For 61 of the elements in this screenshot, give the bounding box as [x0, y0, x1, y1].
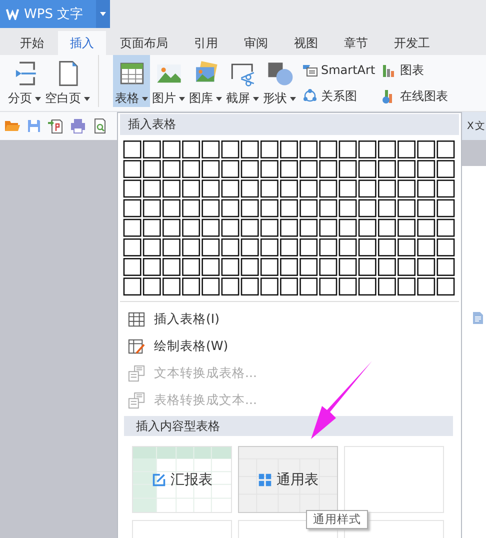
menu-section-header: 插入内容型表格	[124, 416, 453, 436]
ribbon-tab[interactable]: 审阅	[232, 31, 280, 55]
blank-page-icon	[58, 61, 78, 86]
print-preview-icon	[92, 118, 108, 134]
shapes-icon	[268, 62, 292, 86]
ribbon-tab[interactable]: 引用	[182, 31, 230, 55]
ribbon-tab[interactable]: 开发工	[382, 31, 442, 55]
open-folder-icon	[4, 118, 20, 134]
ribbon-tab[interactable]: 章节	[332, 31, 380, 55]
caret-icon	[253, 96, 259, 100]
pencil-table-icon	[128, 338, 145, 355]
ribbon-button[interactable]: 空白页	[43, 55, 99, 107]
document-tab[interactable]: X 文	[466, 119, 485, 133]
menu-item[interactable]: 插入表格(I)	[120, 306, 459, 333]
caret-icon	[100, 12, 106, 16]
table-template[interactable]	[344, 446, 444, 513]
table-template[interactable]: 汇报表	[132, 446, 232, 513]
table-template[interactable]: 通用表	[238, 446, 338, 513]
smartart-icon	[302, 62, 318, 78]
template-label: 通用表	[276, 470, 318, 488]
ribbon-button[interactable]: 图片	[150, 55, 187, 107]
scissors-icon	[230, 64, 254, 86]
ribbon-button[interactable]: 分页	[6, 55, 43, 107]
print-icon	[70, 118, 86, 134]
ribbon-button[interactable]: 图表	[381, 59, 448, 81]
caret-icon	[216, 96, 222, 100]
caret-icon	[142, 96, 148, 100]
ribbon-tab[interactable]: 视图	[282, 31, 330, 55]
grid-icon	[258, 472, 272, 486]
caret-icon	[35, 96, 41, 100]
tooltip: 通用样式	[306, 510, 368, 529]
ribbon-button[interactable]: 在线图表	[381, 85, 448, 107]
ribbon-button[interactable]: SmartArt	[302, 59, 376, 81]
template-label: 汇报表	[170, 470, 212, 488]
app-dropdown-button[interactable]	[96, 0, 110, 28]
ribbon-button[interactable]: 截屏	[224, 55, 261, 107]
export-pdf-icon	[48, 118, 64, 134]
image-icon	[156, 64, 180, 83]
convert-icon	[128, 392, 145, 409]
caret-icon	[179, 96, 185, 100]
app-logo-icon	[6, 8, 19, 20]
ribbon-button[interactable]: 关系图	[302, 85, 376, 107]
cycle-diagram-icon	[302, 88, 318, 104]
table-icon	[120, 62, 144, 84]
ribbon-tab[interactable]: 开始	[8, 31, 56, 55]
page-break-icon	[15, 62, 36, 86]
save-icon	[26, 118, 42, 134]
table-icon	[128, 311, 145, 328]
caret-icon	[84, 96, 90, 100]
ribbon-tab[interactable]: 插入	[58, 31, 106, 55]
table-size-grid[interactable]	[123, 140, 456, 297]
ribbon-button[interactable]: 表格	[113, 55, 150, 107]
edit-icon	[152, 472, 166, 486]
caret-icon	[290, 96, 296, 100]
menu-item[interactable]: 绘制表格(W)	[120, 333, 459, 360]
menu-section-header: 插入表格	[120, 114, 459, 135]
ribbon-button[interactable]: 形状	[261, 55, 298, 107]
ribbon-button[interactable]: 图库	[187, 55, 224, 107]
photos-icon	[196, 61, 217, 82]
convert-icon	[128, 365, 145, 382]
ribbon-tab[interactable]: 页面布局	[108, 31, 180, 55]
